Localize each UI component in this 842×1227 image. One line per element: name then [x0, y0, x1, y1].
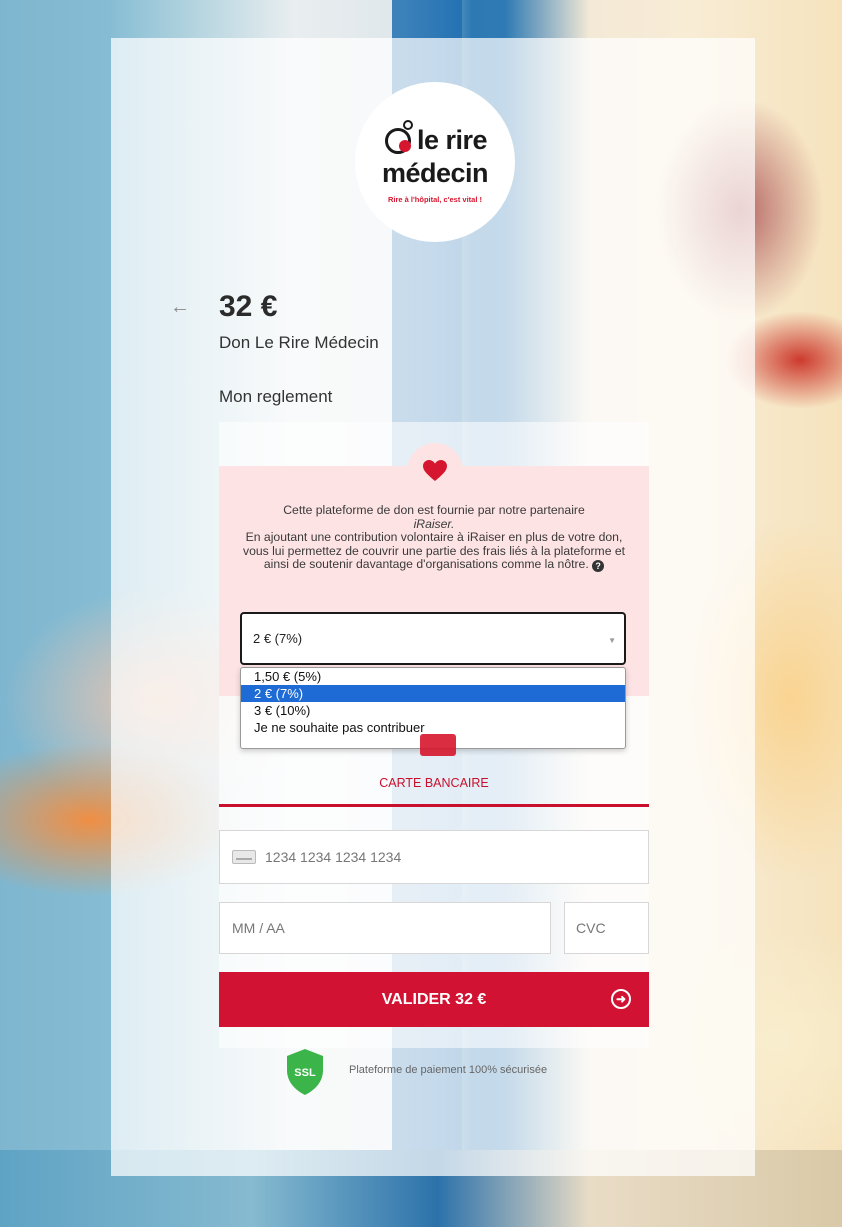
- heart-bubble: [407, 443, 463, 499]
- expiry-placeholder: MM / AA: [232, 920, 285, 936]
- donation-label: Don Le Rire Médecin: [219, 333, 379, 352]
- logo-row: le rire: [383, 120, 488, 160]
- secure-payment-text: Plateforme de paiement 100% sécurisée: [349, 1064, 548, 1076]
- submit-label: VALIDER 32 €: [381, 990, 487, 1008]
- clown-face-icon: [383, 120, 415, 160]
- dropdown-option[interactable]: 3 € (10%): [241, 702, 625, 719]
- ssl-shield-icon: SSL: [287, 1049, 323, 1095]
- credit-card-icon: [420, 734, 456, 756]
- submit-button[interactable]: VALIDER 32 € ➜: [219, 972, 649, 1027]
- info-line-1: Cette plateforme de don est fournie par …: [283, 503, 585, 517]
- cvc-input[interactable]: CVC: [564, 902, 649, 954]
- partner-name: iRaiser.: [413, 516, 455, 531]
- expiry-input[interactable]: MM / AA: [219, 902, 551, 954]
- donation-amount: 32 €: [219, 290, 278, 323]
- dropdown-option[interactable]: 1,50 € (5%): [241, 668, 625, 685]
- info-line-2: En ajoutant une contribution volontaire …: [236, 530, 632, 572]
- chevron-down-icon: ▼: [608, 636, 616, 645]
- contribution-select[interactable]: 2 € (7%) ▼: [240, 612, 626, 665]
- question-icon[interactable]: ?: [592, 560, 605, 572]
- logo: le rire médecin Rire à l'hôpital, c'est …: [355, 82, 515, 242]
- logo-word-1: le rire: [416, 124, 488, 155]
- dropdown-option-selected[interactable]: 2 € (7%): [241, 685, 625, 702]
- card-number-placeholder: 1234 1234 1234 1234: [265, 849, 402, 865]
- arrow-right-circle-icon: ➜: [611, 989, 631, 1009]
- info-line-2-text: En ajoutant une contribution volontaire …: [242, 530, 626, 571]
- cvc-placeholder: CVC: [576, 920, 606, 936]
- card-icon: [232, 850, 256, 864]
- card-number-input[interactable]: 1234 1234 1234 1234: [219, 830, 649, 884]
- payment-method-tab[interactable]: CARTE BANCAIRE: [219, 776, 649, 790]
- section-title: Mon reglement: [219, 387, 333, 406]
- tab-underline: [219, 804, 649, 807]
- heart-icon: [423, 460, 447, 481]
- back-arrow-icon[interactable]: ←: [170, 296, 190, 319]
- logo-word-2: médecin: [381, 158, 489, 188]
- logo-tagline: Rire à l'hôpital, c'est vital !: [387, 195, 482, 204]
- contribution-info: Cette plateforme de don est fournie par …: [236, 503, 632, 572]
- ssl-label: SSL: [294, 1067, 316, 1079]
- contribution-selected-value: 2 € (7%): [253, 631, 303, 646]
